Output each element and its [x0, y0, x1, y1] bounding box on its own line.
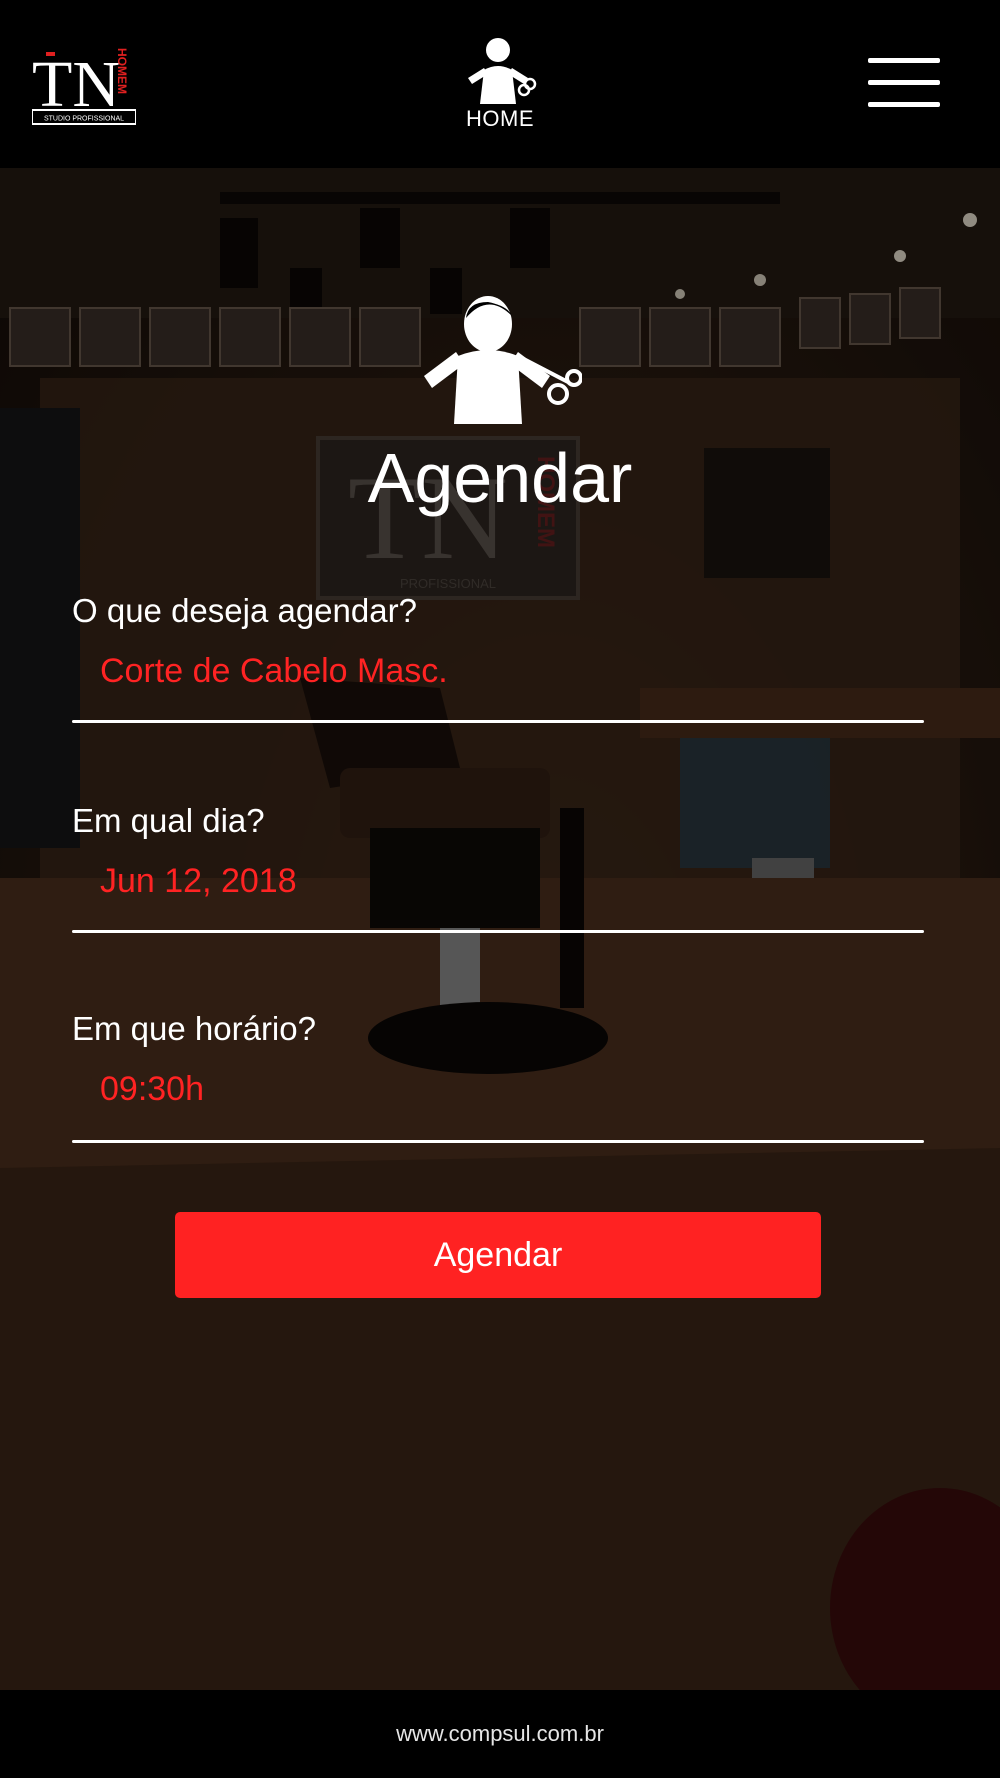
barber-home-icon [468, 38, 537, 104]
booking-panel: TN HOMEM PROFISSIONAL Agendar O que dese… [0, 168, 1000, 1690]
footer: www.compsul.com.br [0, 1690, 1000, 1778]
time-label: Em que horário? [72, 1010, 316, 1047]
home-label: HOME [466, 106, 534, 131]
service-field: O que deseja agendar? Corte de Cabelo Ma… [72, 592, 924, 723]
footer-link[interactable]: www.compsul.com.br [396, 1721, 604, 1746]
time-underline [72, 1140, 924, 1143]
hamburger-menu-icon[interactable] [864, 56, 944, 112]
time-picker[interactable]: 09:30h [72, 1070, 924, 1109]
schedule-button[interactable]: Agendar [175, 1212, 821, 1298]
date-picker[interactable]: Jun 12, 2018 [72, 862, 924, 901]
logo-vertical-text: HOMEM [115, 48, 129, 94]
date-underline [72, 930, 924, 933]
time-field: Em que horário? 09:30h [72, 1010, 924, 1143]
date-field: Em qual dia? Jun 12, 2018 [72, 802, 924, 933]
brand-logo-mark: STUDIO PROFISSIONAL TN HOMEM [31, 48, 137, 125]
service-underline [72, 720, 924, 723]
app-screen: STUDIO PROFISSIONAL TN HOMEM HOME TN HOM… [0, 0, 1000, 1778]
barber-scissors-icon [424, 296, 582, 424]
service-label: O que deseja agendar? [72, 592, 417, 629]
service-select[interactable]: Corte de Cabelo Masc. [72, 652, 924, 691]
brand-logo[interactable]: STUDIO PROFISSIONAL TN HOMEM [31, 44, 137, 126]
top-bar: STUDIO PROFISSIONAL TN HOMEM HOME [0, 0, 1000, 168]
home-nav-button[interactable]: HOME [440, 36, 560, 136]
page-title: Agendar [367, 439, 633, 517]
logo-letters: TN [32, 48, 120, 121]
date-label: Em qual dia? [72, 802, 265, 839]
